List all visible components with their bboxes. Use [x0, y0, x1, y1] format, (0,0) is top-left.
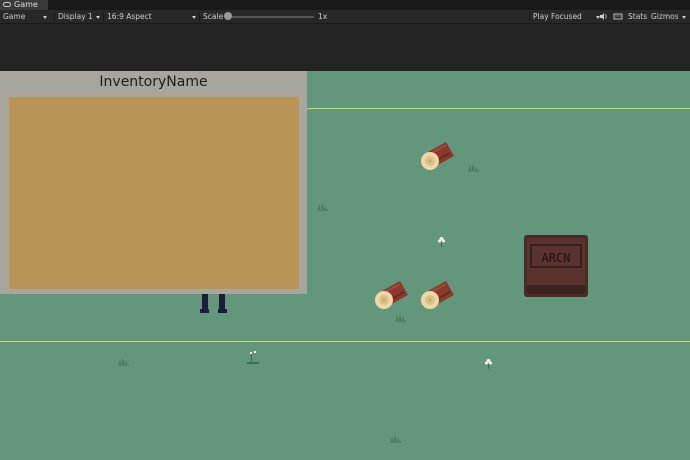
display-dropdown[interactable]: Display 1 [58, 10, 100, 23]
chevron-down-icon [43, 15, 48, 19]
scale-slider-track[interactable] [228, 16, 314, 18]
inventory-slot-area[interactable] [9, 97, 299, 289]
grass-tuft [468, 163, 479, 172]
play-mode-label: Play Focused [533, 12, 582, 21]
player-character [200, 293, 227, 313]
chevron-down-icon [95, 15, 100, 19]
window-tab-bar: Game [0, 0, 690, 10]
wood-log-item[interactable] [420, 280, 455, 310]
flower-sprite [485, 359, 492, 369]
play-mode-dropdown[interactable]: Play Focused [533, 10, 600, 23]
sprout-sprite [247, 351, 259, 364]
game-scene[interactable]: ARCN InventoryName [0, 71, 690, 460]
audio-mute-button[interactable] [599, 10, 608, 23]
chest-label: ARCN [542, 251, 571, 265]
aspect-dropdown[interactable]: 16:9 Aspect [107, 10, 196, 23]
display-mode-label: Game [3, 12, 26, 21]
toolbar-divider [199, 12, 200, 21]
toolbar-divider [103, 12, 104, 21]
gamepad-icon [3, 2, 11, 7]
grass-tuft [317, 202, 328, 211]
wood-log-item[interactable] [420, 141, 455, 171]
viewport-letterbox [0, 24, 690, 71]
display-label: Display 1 [58, 12, 93, 21]
flower-sprite [438, 237, 445, 247]
scale-label: Scale [203, 12, 224, 21]
inventory-title: InventoryName [99, 74, 208, 90]
toolbar-divider [54, 12, 55, 21]
gizmos-label: Gizmos [651, 12, 679, 21]
wood-log-item[interactable] [374, 280, 409, 310]
display-mode-dropdown[interactable]: Game [3, 10, 48, 23]
scale-value: 1x [318, 12, 328, 21]
scale-slider-handle[interactable] [224, 12, 232, 20]
game-view-toolbar: Game Display 1 16:9 Aspect Scale 1x Play… [0, 10, 690, 24]
inventory-panel: InventoryName [0, 71, 307, 294]
chevron-down-icon [681, 15, 686, 19]
aspect-label: 16:9 Aspect [107, 12, 152, 21]
grass-tuft [118, 357, 129, 366]
gizmos-dropdown[interactable]: Gizmos [651, 10, 686, 23]
storage-chest[interactable]: ARCN [524, 235, 588, 297]
game-tab[interactable]: Game [0, 0, 48, 10]
game-tab-label: Game [14, 0, 38, 9]
grass-tuft [395, 313, 406, 322]
shortcuts-button[interactable] [613, 10, 623, 23]
chevron-down-icon [191, 15, 196, 19]
grass-tuft [390, 434, 401, 443]
toolbar-divider [529, 12, 530, 21]
speaker-icon [600, 13, 607, 20]
stats-button[interactable]: Stats [628, 10, 647, 23]
keyboard-icon [613, 13, 623, 20]
